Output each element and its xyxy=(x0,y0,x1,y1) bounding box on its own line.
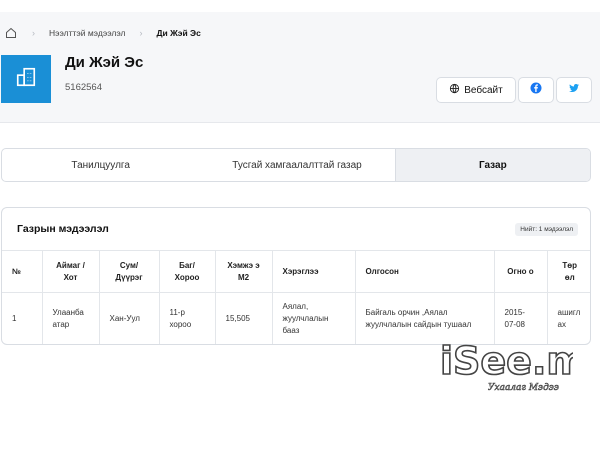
breadcrumb-current: Ди Жэй Эс xyxy=(156,28,201,38)
cell-date: 2015- 07-08 xyxy=(494,292,548,344)
land-table: № Аймаг /Хот Сум/ Дүүрэг Баг/ Хороо Хэмж… xyxy=(2,250,590,344)
cell-aimag: Улаанба атар xyxy=(42,292,100,344)
cell-sum: Хан-Уул xyxy=(99,292,160,344)
breadcrumb-separator: › xyxy=(139,28,143,38)
land-info-card: Газрын мэдээлэл Нийт: 1 мэдээлэл № Аймаг… xyxy=(1,207,591,345)
globe-icon xyxy=(449,83,460,97)
col-header-aimag: Аймаг /Хот xyxy=(42,250,100,293)
col-header-num: № xyxy=(2,250,43,293)
company-register-number: 5162564 xyxy=(65,82,102,93)
cell-size: 15,505 xyxy=(215,292,273,344)
company-tabs: Танилцуулга Тусгай хамгаалалттай газар Г… xyxy=(1,148,591,182)
col-header-sum: Сум/ Дүүрэг xyxy=(99,250,160,293)
website-button[interactable]: Вебсайт xyxy=(436,77,516,103)
col-header-usage: Хэрэглээ xyxy=(272,250,356,293)
tab-land[interactable]: Газар xyxy=(394,149,590,181)
col-header-bag: Баг/ Хороо xyxy=(159,250,216,293)
total-count-badge: Нийт: 1 мэдээлэл xyxy=(515,223,578,236)
col-header-obtained: Олгосон xyxy=(355,250,495,293)
table-row: 1 Улаанба атар Хан-Уул 11-р хороо 15,505… xyxy=(2,292,590,344)
breadcrumb-separator: › xyxy=(32,28,35,38)
twitter-button[interactable] xyxy=(556,77,592,103)
website-button-label: Вебсайт xyxy=(464,84,503,96)
home-icon[interactable] xyxy=(4,26,18,40)
cell-usage: Аялал, жуулчлалын бааз xyxy=(272,292,356,344)
breadcrumb-link-open-data[interactable]: Нээлттэй мэдээлэл xyxy=(49,28,125,38)
company-name: Ди Жэй Эс xyxy=(65,54,144,71)
watermark-text: iSee.mn xyxy=(440,339,573,383)
cell-obtained: Байгаль орчин ,Аялал жуулчлалын сайдын т… xyxy=(355,292,495,344)
facebook-button[interactable] xyxy=(518,77,554,103)
col-header-type: Төр өл xyxy=(547,250,590,293)
tab-introduction[interactable]: Танилцуулга xyxy=(2,149,199,181)
col-header-size: Хэмжэ э М2 xyxy=(215,250,273,293)
building-icon xyxy=(15,66,37,93)
facebook-icon xyxy=(530,81,542,99)
cell-bag: 11-р хороо xyxy=(159,292,216,344)
isee-watermark-logo: iSee.mn Ухаалаг Мэдээ xyxy=(439,338,573,393)
tab-protected-land[interactable]: Тусгай хамгаалалттай газар xyxy=(199,149,394,181)
company-logo xyxy=(1,55,51,103)
twitter-icon xyxy=(568,81,580,99)
cell-type: ашигл ах xyxy=(547,292,590,344)
breadcrumb: › Нээлттэй мэдээлэл › Ди Жэй Эс xyxy=(4,26,201,40)
watermark-tagline: Ухаалаг Мэдээ xyxy=(488,383,559,393)
cell-num: 1 xyxy=(2,292,43,344)
card-title: Газрын мэдээлэл xyxy=(17,223,109,235)
col-header-date: Огно о xyxy=(494,250,548,293)
table-header-row: № Аймаг /Хот Сум/ Дүүрэг Баг/ Хороо Хэмж… xyxy=(2,250,590,293)
